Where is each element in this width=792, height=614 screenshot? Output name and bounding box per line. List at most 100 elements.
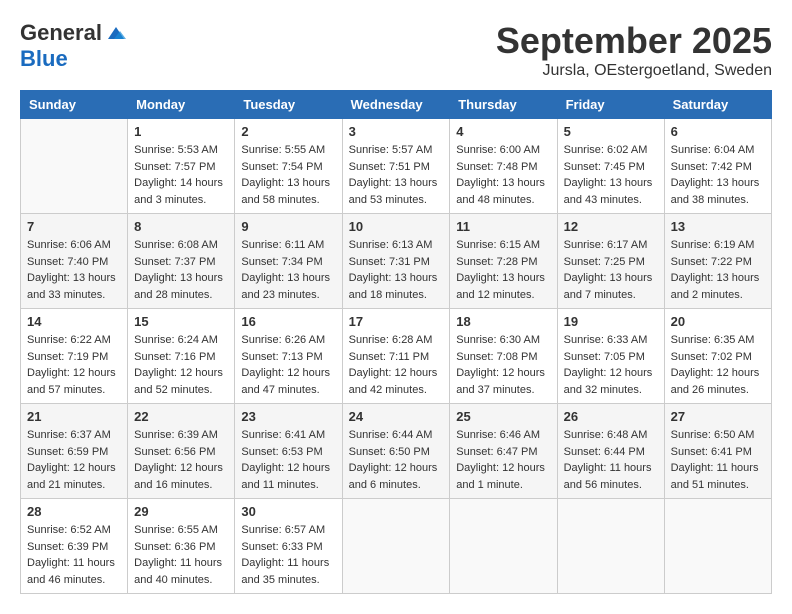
calendar-week-row: 1 Sunrise: 5:53 AMSunset: 7:57 PMDayligh… [21, 119, 772, 214]
calendar-week-row: 7 Sunrise: 6:06 AMSunset: 7:40 PMDayligh… [21, 214, 772, 309]
day-info: Sunrise: 6:44 AMSunset: 6:50 PMDaylight:… [349, 427, 444, 493]
calendar-cell: 10 Sunrise: 6:13 AMSunset: 7:31 PMDaylig… [342, 214, 450, 309]
calendar-cell: 23 Sunrise: 6:41 AMSunset: 6:53 PMDaylig… [235, 404, 342, 499]
day-number: 23 [241, 409, 335, 424]
calendar-cell: 30 Sunrise: 6:57 AMSunset: 6:33 PMDaylig… [235, 499, 342, 594]
day-info: Sunrise: 6:37 AMSunset: 6:59 PMDaylight:… [27, 427, 121, 493]
day-number: 24 [349, 409, 444, 424]
calendar-cell [664, 499, 771, 594]
day-number: 1 [134, 124, 228, 139]
day-number: 9 [241, 219, 335, 234]
day-info: Sunrise: 6:02 AMSunset: 7:45 PMDaylight:… [564, 142, 658, 208]
day-info: Sunrise: 6:52 AMSunset: 6:39 PMDaylight:… [27, 522, 121, 588]
calendar-cell: 2 Sunrise: 5:55 AMSunset: 7:54 PMDayligh… [235, 119, 342, 214]
day-info: Sunrise: 6:15 AMSunset: 7:28 PMDaylight:… [456, 237, 550, 303]
column-header-saturday: Saturday [664, 91, 771, 119]
day-info: Sunrise: 6:50 AMSunset: 6:41 PMDaylight:… [671, 427, 765, 493]
day-number: 16 [241, 314, 335, 329]
day-number: 26 [564, 409, 658, 424]
calendar-cell [21, 119, 128, 214]
calendar-cell: 24 Sunrise: 6:44 AMSunset: 6:50 PMDaylig… [342, 404, 450, 499]
day-number: 30 [241, 504, 335, 519]
day-info: Sunrise: 6:17 AMSunset: 7:25 PMDaylight:… [564, 237, 658, 303]
month-title: September 2025 [496, 20, 772, 62]
calendar-cell: 12 Sunrise: 6:17 AMSunset: 7:25 PMDaylig… [557, 214, 664, 309]
day-number: 17 [349, 314, 444, 329]
day-info: Sunrise: 5:55 AMSunset: 7:54 PMDaylight:… [241, 142, 335, 208]
day-info: Sunrise: 6:24 AMSunset: 7:16 PMDaylight:… [134, 332, 228, 398]
day-info: Sunrise: 5:53 AMSunset: 7:57 PMDaylight:… [134, 142, 228, 208]
calendar-cell [557, 499, 664, 594]
day-info: Sunrise: 6:28 AMSunset: 7:11 PMDaylight:… [349, 332, 444, 398]
day-info: Sunrise: 6:57 AMSunset: 6:33 PMDaylight:… [241, 522, 335, 588]
day-info: Sunrise: 6:41 AMSunset: 6:53 PMDaylight:… [241, 427, 335, 493]
day-number: 27 [671, 409, 765, 424]
day-number: 25 [456, 409, 550, 424]
calendar-cell: 15 Sunrise: 6:24 AMSunset: 7:16 PMDaylig… [128, 309, 235, 404]
calendar-cell: 28 Sunrise: 6:52 AMSunset: 6:39 PMDaylig… [21, 499, 128, 594]
day-number: 5 [564, 124, 658, 139]
day-info: Sunrise: 6:30 AMSunset: 7:08 PMDaylight:… [456, 332, 550, 398]
column-header-monday: Monday [128, 91, 235, 119]
calendar-cell: 4 Sunrise: 6:00 AMSunset: 7:48 PMDayligh… [450, 119, 557, 214]
day-info: Sunrise: 6:22 AMSunset: 7:19 PMDaylight:… [27, 332, 121, 398]
calendar-cell: 25 Sunrise: 6:46 AMSunset: 6:47 PMDaylig… [450, 404, 557, 499]
day-number: 12 [564, 219, 658, 234]
day-info: Sunrise: 6:48 AMSunset: 6:44 PMDaylight:… [564, 427, 658, 493]
day-info: Sunrise: 5:57 AMSunset: 7:51 PMDaylight:… [349, 142, 444, 208]
day-number: 21 [27, 409, 121, 424]
calendar-cell: 18 Sunrise: 6:30 AMSunset: 7:08 PMDaylig… [450, 309, 557, 404]
calendar-cell: 8 Sunrise: 6:08 AMSunset: 7:37 PMDayligh… [128, 214, 235, 309]
calendar-cell: 7 Sunrise: 6:06 AMSunset: 7:40 PMDayligh… [21, 214, 128, 309]
day-number: 13 [671, 219, 765, 234]
day-number: 19 [564, 314, 658, 329]
calendar-cell: 1 Sunrise: 5:53 AMSunset: 7:57 PMDayligh… [128, 119, 235, 214]
day-number: 2 [241, 124, 335, 139]
calendar-cell: 3 Sunrise: 5:57 AMSunset: 7:51 PMDayligh… [342, 119, 450, 214]
day-info: Sunrise: 6:39 AMSunset: 6:56 PMDaylight:… [134, 427, 228, 493]
logo-blue-text: Blue [20, 46, 68, 72]
calendar-cell: 26 Sunrise: 6:48 AMSunset: 6:44 PMDaylig… [557, 404, 664, 499]
day-number: 29 [134, 504, 228, 519]
logo-icon [104, 21, 128, 45]
calendar-cell: 11 Sunrise: 6:15 AMSunset: 7:28 PMDaylig… [450, 214, 557, 309]
calendar-cell: 21 Sunrise: 6:37 AMSunset: 6:59 PMDaylig… [21, 404, 128, 499]
day-number: 4 [456, 124, 550, 139]
day-info: Sunrise: 6:46 AMSunset: 6:47 PMDaylight:… [456, 427, 550, 493]
day-info: Sunrise: 6:19 AMSunset: 7:22 PMDaylight:… [671, 237, 765, 303]
day-info: Sunrise: 6:33 AMSunset: 7:05 PMDaylight:… [564, 332, 658, 398]
column-header-thursday: Thursday [450, 91, 557, 119]
calendar-cell [342, 499, 450, 594]
day-number: 20 [671, 314, 765, 329]
day-info: Sunrise: 6:00 AMSunset: 7:48 PMDaylight:… [456, 142, 550, 208]
day-info: Sunrise: 6:04 AMSunset: 7:42 PMDaylight:… [671, 142, 765, 208]
location: Jursla, OEstergoetland, Sweden [496, 62, 772, 80]
calendar-cell [450, 499, 557, 594]
calendar-cell: 6 Sunrise: 6:04 AMSunset: 7:42 PMDayligh… [664, 119, 771, 214]
calendar-cell: 19 Sunrise: 6:33 AMSunset: 7:05 PMDaylig… [557, 309, 664, 404]
calendar-cell: 29 Sunrise: 6:55 AMSunset: 6:36 PMDaylig… [128, 499, 235, 594]
calendar-header-row: SundayMondayTuesdayWednesdayThursdayFrid… [21, 91, 772, 119]
day-number: 10 [349, 219, 444, 234]
logo-general-text: General [20, 20, 102, 46]
day-number: 8 [134, 219, 228, 234]
title-section: September 2025 Jursla, OEstergoetland, S… [496, 20, 772, 80]
page-header: General Blue September 2025 Jursla, OEst… [20, 20, 772, 80]
day-info: Sunrise: 6:08 AMSunset: 7:37 PMDaylight:… [134, 237, 228, 303]
calendar-week-row: 21 Sunrise: 6:37 AMSunset: 6:59 PMDaylig… [21, 404, 772, 499]
column-header-tuesday: Tuesday [235, 91, 342, 119]
day-number: 7 [27, 219, 121, 234]
day-number: 3 [349, 124, 444, 139]
calendar-table: SundayMondayTuesdayWednesdayThursdayFrid… [20, 90, 772, 594]
day-info: Sunrise: 6:26 AMSunset: 7:13 PMDaylight:… [241, 332, 335, 398]
day-number: 14 [27, 314, 121, 329]
calendar-cell: 13 Sunrise: 6:19 AMSunset: 7:22 PMDaylig… [664, 214, 771, 309]
day-info: Sunrise: 6:06 AMSunset: 7:40 PMDaylight:… [27, 237, 121, 303]
calendar-cell: 9 Sunrise: 6:11 AMSunset: 7:34 PMDayligh… [235, 214, 342, 309]
day-number: 28 [27, 504, 121, 519]
calendar-cell: 17 Sunrise: 6:28 AMSunset: 7:11 PMDaylig… [342, 309, 450, 404]
calendar-week-row: 28 Sunrise: 6:52 AMSunset: 6:39 PMDaylig… [21, 499, 772, 594]
column-header-sunday: Sunday [21, 91, 128, 119]
column-header-friday: Friday [557, 91, 664, 119]
calendar-week-row: 14 Sunrise: 6:22 AMSunset: 7:19 PMDaylig… [21, 309, 772, 404]
